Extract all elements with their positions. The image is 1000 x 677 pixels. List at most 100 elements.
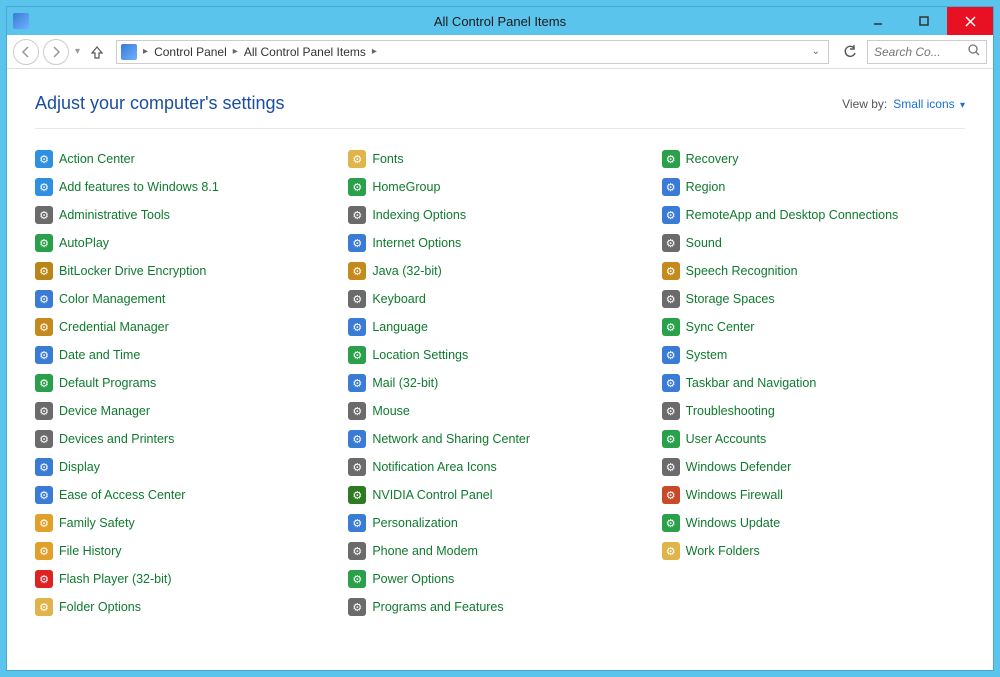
close-button[interactable] — [947, 7, 993, 35]
cp-item-label: User Accounts — [686, 432, 767, 446]
cp-item[interactable]: ⚙Speech Recognition — [662, 261, 965, 281]
control-panel-icon — [13, 13, 29, 29]
cp-item[interactable]: ⚙HomeGroup — [348, 177, 651, 197]
cp-item[interactable]: ⚙Administrative Tools — [35, 205, 338, 225]
cp-item[interactable]: ⚙File History — [35, 541, 338, 561]
cp-item-label: Folder Options — [59, 600, 141, 614]
cp-item[interactable]: ⚙Action Center — [35, 149, 338, 169]
maximize-icon — [919, 16, 929, 26]
cp-item[interactable]: ⚙Java (32-bit) — [348, 261, 651, 281]
cp-item[interactable]: ⚙Ease of Access Center — [35, 485, 338, 505]
page-title: Adjust your computer's settings — [35, 93, 285, 114]
viewby-dropdown[interactable]: Small icons ▾ — [893, 97, 965, 111]
address-dropdown[interactable]: ⌄ — [808, 46, 824, 57]
breadcrumb-sep[interactable]: ▸ — [141, 46, 150, 57]
phone-icon: ⚙ — [348, 542, 366, 560]
cp-item[interactable]: ⚙User Accounts — [662, 429, 965, 449]
location-icon: ⚙ — [348, 346, 366, 364]
cp-item-label: AutoPlay — [59, 236, 109, 250]
tools-icon: ⚙ — [35, 206, 53, 224]
history-dropdown[interactable]: ▾ — [73, 46, 82, 57]
cp-item-label: Windows Firewall — [686, 488, 783, 502]
forward-button[interactable] — [43, 39, 69, 65]
cp-item-label: RemoteApp and Desktop Connections — [686, 208, 899, 222]
flag-icon: ⚙ — [35, 150, 53, 168]
cp-item-label: BitLocker Drive Encryption — [59, 264, 206, 278]
cp-item[interactable]: ⚙Notification Area Icons — [348, 457, 651, 477]
cp-item[interactable]: ⚙Personalization — [348, 513, 651, 533]
address-bar[interactable]: ▸ Control Panel ▸ All Control Panel Item… — [116, 40, 829, 64]
ease-icon: ⚙ — [35, 486, 53, 504]
update-icon: ⚙ — [662, 514, 680, 532]
control-panel-grid: ⚙Action Center ⚙Fonts ⚙Recovery ⚙Add featur… — [35, 149, 965, 617]
breadcrumb-sep[interactable]: ▸ — [231, 46, 240, 57]
cp-item[interactable]: ⚙Troubleshooting — [662, 401, 965, 421]
cp-item[interactable]: ⚙BitLocker Drive Encryption — [35, 261, 338, 281]
cp-item-label: Storage Spaces — [686, 292, 775, 306]
arrow-up-icon — [90, 45, 104, 59]
cp-item[interactable]: ⚙Flash Player (32-bit) — [35, 569, 338, 589]
cp-item[interactable]: ⚙Default Programs — [35, 373, 338, 393]
cp-item[interactable]: ⚙Add features to Windows 8.1 — [35, 177, 338, 197]
titlebar: All Control Panel Items — [7, 7, 993, 35]
cp-item[interactable]: ⚙Sound — [662, 233, 965, 253]
cp-item[interactable]: ⚙Sync Center — [662, 317, 965, 337]
back-button[interactable] — [13, 39, 39, 65]
cp-item[interactable]: ⚙Mail (32-bit) — [348, 373, 651, 393]
cp-item[interactable]: ⚙AutoPlay — [35, 233, 338, 253]
cp-item-label: Credential Manager — [59, 320, 169, 334]
minimize-button[interactable] — [855, 7, 901, 35]
search-input[interactable] — [874, 45, 964, 59]
breadcrumb-all-items[interactable]: All Control Panel Items — [240, 45, 370, 59]
cp-item[interactable]: ⚙RemoteApp and Desktop Connections — [662, 205, 965, 225]
cp-item[interactable]: ⚙Windows Defender — [662, 457, 965, 477]
cp-item[interactable]: ⚙Color Management — [35, 289, 338, 309]
search-box[interactable] — [867, 40, 987, 64]
cp-item[interactable]: ⚙Language — [348, 317, 651, 337]
cp-item[interactable]: ⚙ Internet Options — [348, 233, 651, 253]
cp-item[interactable]: ⚙Fonts — [348, 149, 651, 169]
cp-item[interactable]: ⚙Windows Firewall — [662, 485, 965, 505]
device-icon: ⚙ — [35, 402, 53, 420]
up-button[interactable] — [86, 41, 108, 63]
cp-item-label: Display — [59, 460, 100, 474]
cp-item[interactable]: ⚙Credential Manager — [35, 317, 338, 337]
cp-item[interactable]: ⚙NVIDIA Control Panel — [348, 485, 651, 505]
cp-item[interactable]: ⚙Devices and Printers — [35, 429, 338, 449]
cp-item[interactable]: ⚙Phone and Modem — [348, 541, 651, 561]
cp-item-label: Internet Options — [372, 236, 461, 250]
cp-item[interactable]: ⚙Power Options — [348, 569, 651, 589]
cp-item[interactable]: ⚙Display — [35, 457, 338, 477]
internet-icon: ⚙ — [348, 234, 366, 252]
cp-item-label: Mouse — [372, 404, 410, 418]
cp-item[interactable]: ⚙Network and Sharing Center — [348, 429, 651, 449]
maximize-button[interactable] — [901, 7, 947, 35]
cp-item[interactable]: ⚙Device Manager — [35, 401, 338, 421]
family-icon: ⚙ — [35, 514, 53, 532]
cp-item[interactable]: ⚙Keyboard — [348, 289, 651, 309]
windows-icon: ⚙ — [35, 178, 53, 196]
viewby-label: View by: — [842, 97, 887, 111]
network-icon: ⚙ — [348, 430, 366, 448]
cp-item[interactable]: ⚙Folder Options — [35, 597, 338, 617]
breadcrumb-control-panel[interactable]: Control Panel — [150, 45, 231, 59]
cp-item[interactable]: ⚙System — [662, 345, 965, 365]
cp-item[interactable]: ⚙Storage Spaces — [662, 289, 965, 309]
region-icon: ⚙ — [662, 178, 680, 196]
cp-item[interactable]: ⚙Indexing Options — [348, 205, 651, 225]
refresh-button[interactable] — [837, 40, 863, 64]
cp-item[interactable]: ⚙Date and Time — [35, 345, 338, 365]
cp-item[interactable]: ⚙Windows Update — [662, 513, 965, 533]
cp-item[interactable]: ⚙Location Settings — [348, 345, 651, 365]
cp-item[interactable]: ⚙Work Folders — [662, 541, 965, 561]
cp-item-label: HomeGroup — [372, 180, 440, 194]
cp-item[interactable]: ⚙Mouse — [348, 401, 651, 421]
window: All Control Panel Items ▾ ▸ Contro — [6, 6, 994, 671]
cp-item[interactable]: ⚙Region — [662, 177, 965, 197]
cp-item[interactable]: ⚙Programs and Features — [348, 597, 651, 617]
cp-item[interactable]: ⚙Recovery — [662, 149, 965, 169]
cp-item[interactable]: ⚙Taskbar and Navigation — [662, 373, 965, 393]
cp-item[interactable]: ⚙Family Safety — [35, 513, 338, 533]
cp-item-label: Programs and Features — [372, 600, 503, 614]
breadcrumb-sep[interactable]: ▸ — [370, 46, 379, 57]
